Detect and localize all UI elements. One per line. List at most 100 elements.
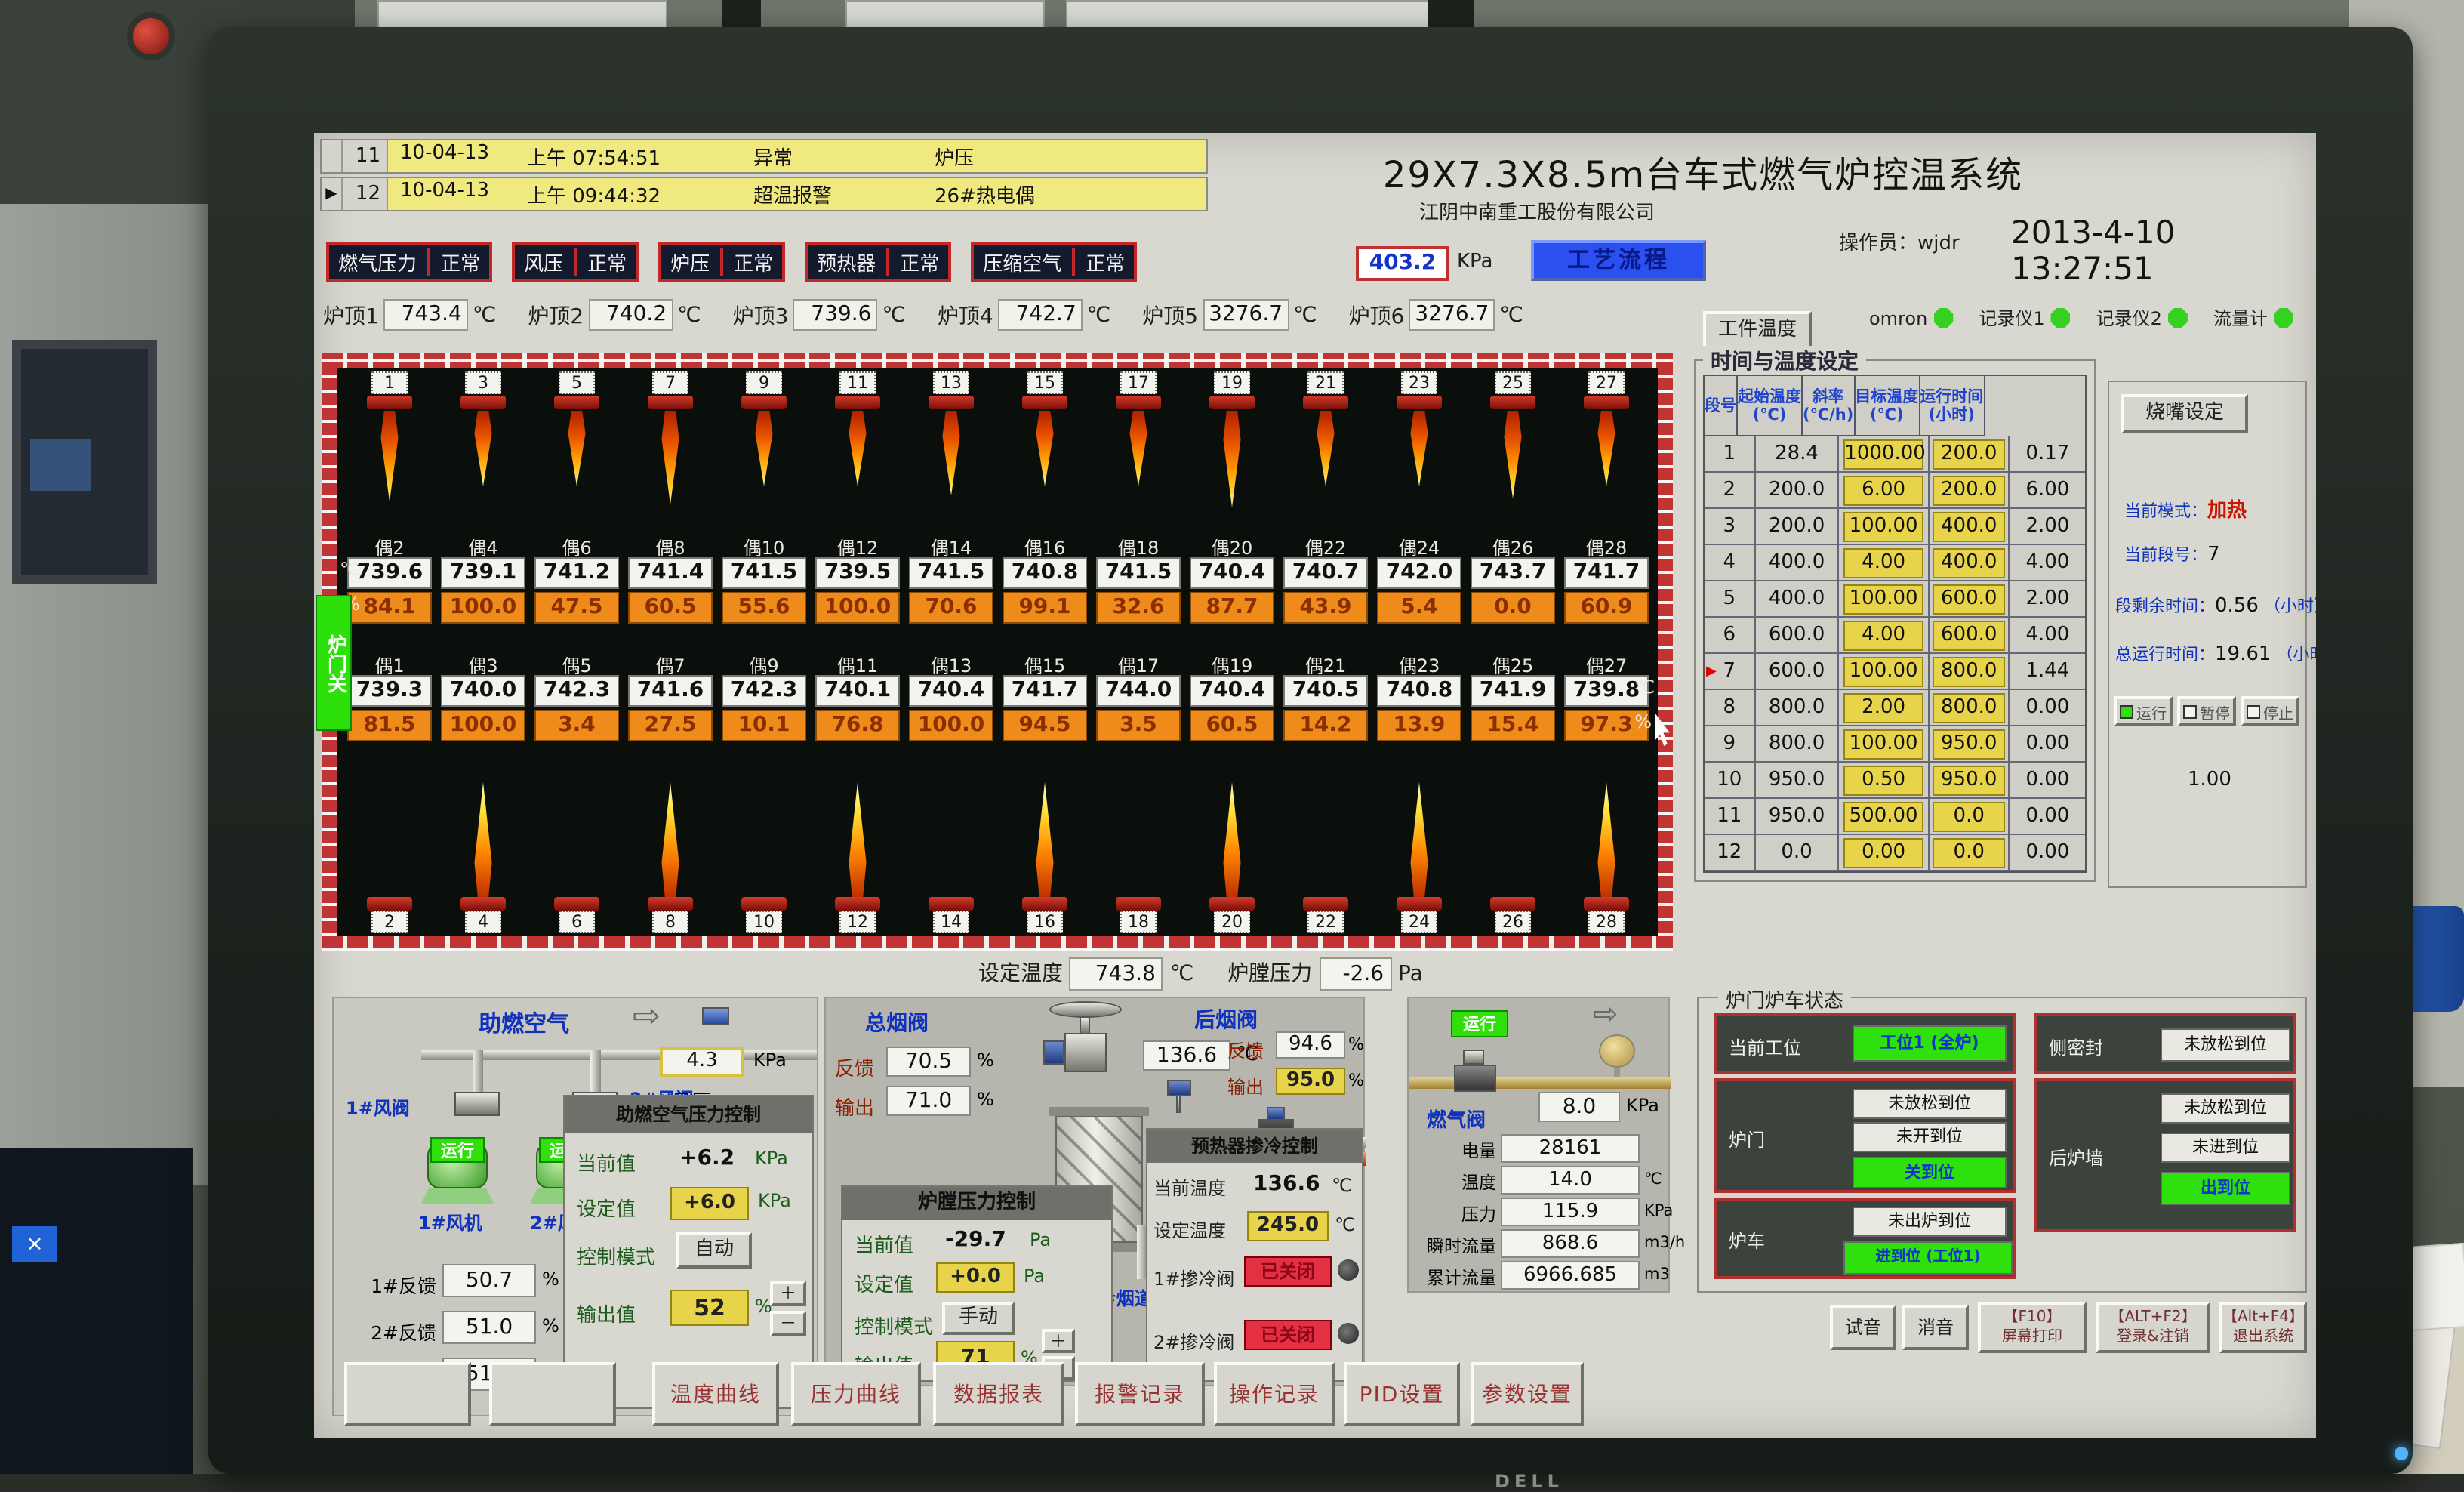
nav-button-pid-settings[interactable]: PID设置 — [1344, 1362, 1460, 1426]
alarm-row[interactable]: ▶ 12 10-04-13 上午 09:44:32 超温报警 26#热电偶 — [320, 177, 1208, 211]
rate-cell[interactable]: 0.00 — [1840, 835, 1930, 871]
station-state: 工位1 (全炉) — [1853, 1025, 2007, 1062]
process-flow-button[interactable]: 工艺流程 — [1531, 240, 1706, 281]
schedule-row[interactable]: 12 0.0 0.00 0.0 0.00 — [1705, 835, 2085, 871]
rate-cell[interactable]: 1000.00 — [1840, 436, 1930, 473]
schedule-row[interactable]: 8 800.0 2.00 800.0 0.00 — [1705, 690, 2085, 726]
precool-valve1-icon[interactable] — [1338, 1259, 1359, 1281]
rear-flue-output[interactable]: 95.0 — [1276, 1068, 1345, 1095]
burner-number: 28 — [1588, 911, 1625, 933]
nav-button-temp-curve[interactable]: 温度曲线 — [652, 1362, 779, 1426]
thermocouple-cell: 偶9 742.3 10.1 — [722, 652, 806, 743]
precool-set-temp[interactable]: 245.0 — [1247, 1211, 1329, 1241]
target-temp-cell[interactable]: 0.0 — [1930, 835, 2010, 871]
rate-cell[interactable]: 100.00 — [1840, 654, 1930, 690]
mute-button[interactable]: 消音 — [1902, 1305, 1969, 1350]
schedule-row[interactable]: ▶7 600.0 100.00 800.0 1.44 — [1705, 654, 2085, 690]
air-output-minus-button[interactable]: － — [770, 1311, 806, 1336]
run-button[interactable]: 运行 — [2114, 696, 2173, 726]
rate-cell[interactable]: 0.50 — [1840, 763, 1930, 799]
target-temp-cell[interactable]: 600.0 — [1930, 618, 2010, 654]
gas-panel: 运行 ⇨ 燃气阀 8.0 KPa 电量 28161 温 — [1407, 997, 1670, 1293]
nav-button-partial[interactable] — [344, 1362, 471, 1426]
schedule-row[interactable]: 2 200.0 6.00 200.0 6.00 — [1705, 473, 2085, 509]
schedule-row[interactable]: 5 400.0 100.00 600.0 2.00 — [1705, 581, 2085, 618]
air-mode-button[interactable]: 自动 — [676, 1232, 752, 1269]
air-output-value[interactable]: 52 — [670, 1290, 749, 1326]
thermocouple-temp: 741.7 — [1003, 675, 1087, 707]
chamber-set-value[interactable]: +0.0 — [936, 1262, 1015, 1293]
air-feedback-row: 2#反馈 51.0 % — [334, 1311, 560, 1347]
nav-button-param-settings[interactable]: 参数设置 — [1471, 1362, 1584, 1426]
rate-cell[interactable]: 6.00 — [1840, 473, 1930, 509]
alarm-list: 11 10-04-13 上午 07:54:51 异常 炉压 ▶ 12 10-04… — [320, 139, 1208, 214]
screen-print-button[interactable]: 【F10】屏幕打印 — [1978, 1302, 2087, 1353]
schedule-row[interactable]: 3 200.0 100.00 400.0 2.00 — [1705, 509, 2085, 545]
nav-button-partial[interactable] — [489, 1362, 616, 1426]
thermocouple-label: 偶27 — [1564, 652, 1649, 678]
schedule-row[interactable]: 4 400.0 4.00 400.0 4.00 — [1705, 545, 2085, 581]
nav-button-data-report[interactable]: 数据报表 — [933, 1362, 1064, 1426]
burner-number: 12 — [839, 911, 876, 933]
flue-temp-value: 136.6 — [1143, 1040, 1230, 1071]
fan-valve-1-icon[interactable] — [454, 1092, 500, 1116]
gas-meter-icon — [1599, 1034, 1635, 1068]
target-temp-cell[interactable]: 950.0 — [1930, 726, 2010, 763]
alarm-row[interactable]: 11 10-04-13 上午 07:54:51 异常 炉压 — [320, 139, 1208, 174]
target-temp-cell[interactable]: 200.0 — [1930, 473, 2010, 509]
sound-test-button[interactable]: 试音 — [1830, 1305, 1896, 1350]
rate-cell[interactable]: 4.00 — [1840, 545, 1930, 581]
main-flue-valve-label: 总烟阀 — [865, 1007, 929, 1037]
burner-settings-button[interactable]: 烧嘴设定 — [2121, 394, 2248, 433]
rate-cell[interactable]: 100.00 — [1840, 509, 1930, 545]
target-temp-cell[interactable]: 400.0 — [1930, 509, 2010, 545]
nav-button-operation-log[interactable]: 操作记录 — [1214, 1362, 1335, 1426]
rate-cell[interactable]: 2.00 — [1840, 690, 1930, 726]
alarm-time: 上午 09:44:32 — [527, 180, 753, 208]
schedule-row[interactable]: 1 28.4 1000.00 200.0 0.17 — [1705, 436, 2085, 473]
roof-temp-item: 炉顶1 743.4 ℃ — [323, 299, 496, 331]
chamber-mode-button[interactable]: 手动 — [942, 1302, 1015, 1335]
air-output-plus-button[interactable]: ＋ — [770, 1281, 806, 1306]
schedule-row[interactable]: 6 600.0 4.00 600.0 4.00 — [1705, 618, 2085, 654]
rate-cell[interactable]: 100.00 — [1840, 726, 1930, 763]
flue-valve-body-icon[interactable] — [1064, 1033, 1107, 1072]
alarm-current-marker: ▶ — [322, 178, 343, 210]
schedule-header-cell: 起始温度(℃) — [1738, 376, 1803, 436]
status-label: 燃气压力 — [338, 248, 430, 276]
target-temp-cell[interactable]: 800.0 — [1930, 690, 2010, 726]
air-set-value[interactable]: +6.0 — [670, 1187, 749, 1220]
pause-button[interactable]: 暂停 — [2177, 696, 2236, 726]
rate-cell[interactable]: 500.00 — [1840, 799, 1930, 835]
nav-button-pressure-curve[interactable]: 压力曲线 — [791, 1362, 921, 1426]
login-logout-button[interactable]: 【ALT+F2】登录&注销 — [2096, 1302, 2210, 1353]
target-temp-cell[interactable]: 0.0 — [1930, 799, 2010, 835]
rate-cell[interactable]: 100.00 — [1840, 581, 1930, 618]
target-temp-cell[interactable]: 400.0 — [1930, 545, 2010, 581]
workpiece-temp-button[interactable]: 工件温度 — [1703, 311, 1812, 350]
thermocouple-label: 偶8 — [628, 535, 713, 560]
schedule-row[interactable]: 10 950.0 0.50 950.0 0.00 — [1705, 763, 2085, 799]
target-temp-cell[interactable]: 800.0 — [1930, 654, 2010, 690]
thermocouple-cell: 偶6 741.2 47.5 — [534, 535, 619, 625]
schedule-row[interactable]: 9 800.0 100.00 950.0 0.00 — [1705, 726, 2085, 763]
roof-temp-value: 740.2 — [588, 299, 673, 331]
thermocouple-output-pct: 76.8 — [815, 710, 900, 741]
stop-button[interactable]: 停止 — [2241, 696, 2299, 726]
exit-system-button[interactable]: 【Alt+F4】退出系统 — [2219, 1302, 2307, 1353]
segment-no-cell: 6 — [1705, 618, 1755, 654]
chamber-plus-button[interactable]: ＋ — [1042, 1329, 1075, 1353]
start-temp-cell: 800.0 — [1755, 726, 1839, 763]
target-temp-cell[interactable]: 600.0 — [1930, 581, 2010, 618]
rate-cell[interactable]: 4.00 — [1840, 618, 1930, 654]
thermocouple-temp: 742.3 — [534, 675, 619, 707]
target-temp-cell[interactable]: 950.0 — [1930, 763, 2010, 799]
schedule-row[interactable]: 11 950.0 500.00 0.0 0.00 — [1705, 799, 2085, 835]
thermocouple-cell: 偶22 740.7 43.9 — [1283, 535, 1368, 625]
precool-valve2-icon[interactable] — [1338, 1323, 1359, 1344]
stop-indicator-icon — [2247, 704, 2260, 718]
nav-button-alarm-log[interactable]: 报警记录 — [1075, 1362, 1205, 1426]
target-temp-cell[interactable]: 200.0 — [1930, 436, 2010, 473]
burner-number: 22 — [1307, 911, 1344, 933]
gas-valve-icon[interactable] — [1454, 1065, 1496, 1092]
